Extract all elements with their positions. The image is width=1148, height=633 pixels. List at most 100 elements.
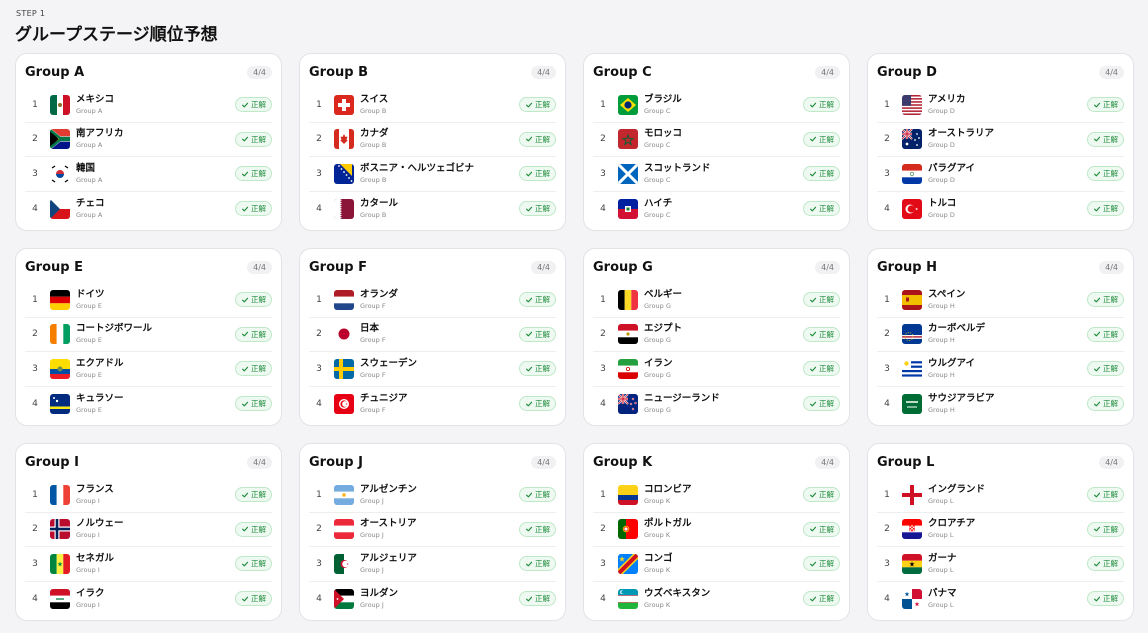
team-row[interactable]: 4 サウジアラビア Group H 正解 [877,387,1124,422]
curacao-flag-icon [50,393,70,414]
team-row[interactable]: 3 コンゴ Group K 正解 [593,547,840,582]
team-row[interactable]: 2 カナダ Group B 正解 [309,123,556,157]
team-row[interactable]: 1 フランス Group I 正解 [25,478,272,513]
team-row[interactable]: 2 エジプト Group G 正解 [593,318,840,352]
correct-label: 正解 [535,134,550,144]
correct-label: 正解 [251,100,266,110]
group-title: Group J [309,454,363,470]
team-row[interactable]: 4 ハイチ Group C 正解 [593,192,840,227]
team-row[interactable]: 2 ノルウェー Group I 正解 [25,513,272,547]
team-row[interactable]: 2 モロッコ Group C 正解 [593,123,840,157]
correct-badge: 正解 [1087,556,1124,572]
team-row[interactable]: 4 ヨルダン Group J 正解 [309,582,556,617]
correct-badge: 正解 [235,361,272,377]
team-row[interactable]: 2 南アフリカ Group A 正解 [25,123,272,157]
team-row[interactable]: 2 オーストラリア Group D 正解 [877,123,1124,157]
team-row[interactable]: 3 ボスニア・ヘルツェゴビナ Group B 正解 [309,157,556,192]
check-icon [1093,296,1101,304]
team-row[interactable]: 4 イラク Group I 正解 [25,582,272,617]
group-card-header: Group A 4/4 [25,63,272,81]
team-row[interactable]: 4 ウズベキスタン Group K 正解 [593,582,840,617]
team-row[interactable]: 2 カーボベルデ Group H 正解 [877,318,1124,352]
team-row[interactable]: 1 ベルギー Group G 正解 [593,283,840,318]
correct-label: 正解 [1103,169,1118,179]
team-row[interactable]: 4 チェコ Group A 正解 [25,192,272,227]
group-count-badge: 4/4 [247,260,272,274]
team-row[interactable]: 1 メキシコ Group A 正解 [25,88,272,123]
team-row[interactable]: 3 スウェーデン Group F 正解 [309,352,556,387]
team-info: パラグアイ Group D [928,163,1087,185]
team-row[interactable]: 4 カタール Group B 正解 [309,192,556,227]
team-group-label: Group L [928,600,954,609]
team-row[interactable]: 4 ニュージーランド Group G 正解 [593,387,840,422]
team-row[interactable]: 3 アルジェリア Group J 正解 [309,547,556,582]
correct-label: 正解 [251,594,266,604]
team-info: ブラジル Group C [644,94,803,116]
page-title: グループステージ順位予想 [15,25,218,45]
group-title: Group L [877,454,935,470]
team-row[interactable]: 3 スコットランド Group C 正解 [593,157,840,192]
team-name: 日本 [360,323,380,335]
team-row[interactable]: 1 スペイン Group H 正解 [877,283,1124,318]
check-icon [241,205,249,213]
correct-badge: 正解 [803,201,840,217]
team-info: アメリカ Group D [928,94,1087,116]
team-group-label: Group I [76,531,100,540]
team-row[interactable]: 4 トルコ Group D 正解 [877,192,1124,227]
team-row[interactable]: 1 イングランド Group L 正解 [877,478,1124,513]
team-row[interactable]: 4 パナマ Group L 正解 [877,582,1124,617]
team-row[interactable]: 3 イラン Group G 正解 [593,352,840,387]
team-row[interactable]: 1 スイス Group B 正解 [309,88,556,123]
team-row[interactable]: 3 ガーナ Group L 正解 [877,547,1124,582]
team-name: 韓国 [76,162,96,174]
correct-label: 正解 [535,329,550,339]
team-info: パナマ Group L [928,588,1087,610]
team-row[interactable]: 2 クロアチア Group L 正解 [877,513,1124,547]
team-row[interactable]: 3 セネガル Group I 正解 [25,547,272,582]
team-row[interactable]: 3 パラグアイ Group D 正解 [877,157,1124,192]
team-row[interactable]: 3 ウルグアイ Group H 正解 [877,352,1124,387]
switzerland-flag-icon [334,94,354,115]
team-row[interactable]: 3 韓国 Group A 正解 [25,157,272,192]
rank-number: 2 [884,329,890,340]
team-group-label: Group I [76,496,100,505]
group-card-header: Group B 4/4 [309,63,556,81]
team-row[interactable]: 3 エクアドル Group E 正解 [25,352,272,387]
team-row[interactable]: 2 ポルトガル Group K 正解 [593,513,840,547]
team-group-label: Group D [928,106,955,115]
team-row[interactable]: 4 チュニジア Group F 正解 [309,387,556,422]
team-row[interactable]: 1 オランダ Group F 正解 [309,283,556,318]
check-icon [525,595,533,603]
team-info: ウルグアイ Group H [928,358,1087,380]
correct-badge: 正解 [1087,396,1124,412]
team-row[interactable]: 2 コートジボワール Group E 正解 [25,318,272,352]
correct-badge: 正解 [803,361,840,377]
team-row[interactable]: 1 アメリカ Group D 正解 [877,88,1124,123]
team-name: パナマ [928,587,957,599]
group-title: Group I [25,454,79,470]
team-row[interactable]: 1 ドイツ Group E 正解 [25,283,272,318]
belgium-flag-icon [618,289,638,310]
correct-badge: 正解 [1087,292,1124,308]
team-info: イラン Group G [644,358,803,380]
group-count-badge: 4/4 [815,65,840,79]
team-row[interactable]: 1 コロンビア Group K 正解 [593,478,840,513]
team-info: ウズベキスタン Group K [644,588,803,610]
rank-number: 4 [32,593,38,604]
group-card: Group L 4/4 1 イングランド Group L 正解 2 クロアチア Group L正… [867,443,1134,621]
team-row[interactable]: 4 キュラソー Group E 正解 [25,387,272,422]
correct-badge: 正解 [519,556,556,572]
team-row[interactable]: 2 オーストリア Group J 正解 [309,513,556,547]
team-row[interactable]: 1 アルゼンチン Group J 正解 [309,478,556,513]
team-row[interactable]: 2 日本 Group F 正解 [309,318,556,352]
team-group-label: Group B [360,175,387,184]
team-row[interactable]: 1 ブラジル Group C 正解 [593,88,840,123]
saudi-arabia-flag-icon [902,393,922,414]
morocco-flag-icon [618,129,638,150]
check-icon [809,400,817,408]
team-info: トルコ Group D [928,198,1087,220]
correct-badge: 正解 [519,361,556,377]
group-card: Group C 4/4 1 ブラジル Group C 正解 2 モロッコ Group C 正解 3 ス… [583,53,850,231]
correct-badge: 正解 [519,591,556,607]
group-count-badge: 4/4 [815,455,840,469]
